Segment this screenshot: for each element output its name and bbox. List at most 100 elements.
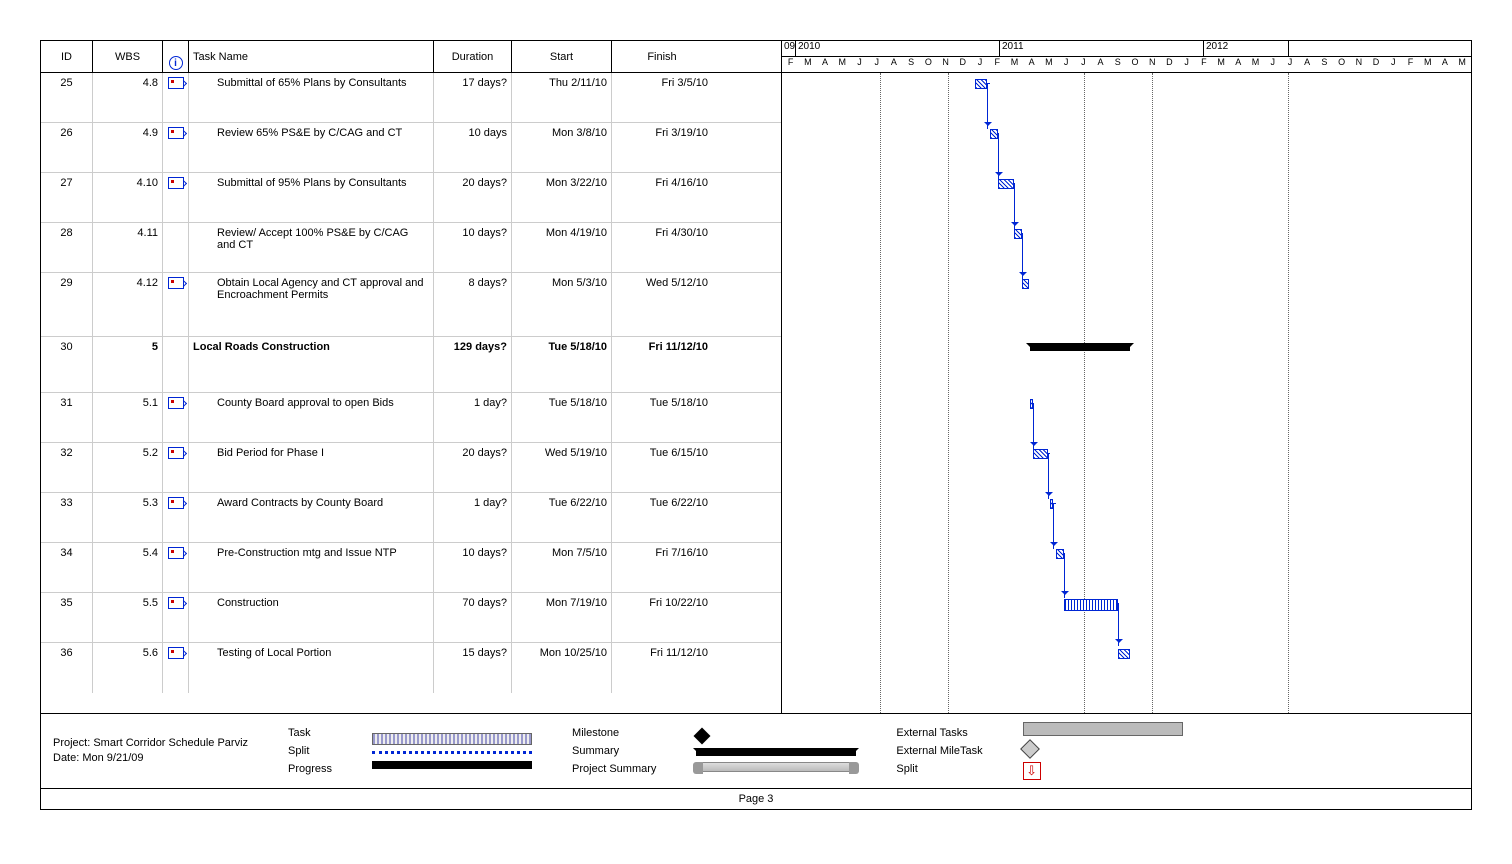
gantt-bar[interactable] [1022, 279, 1029, 289]
gantt-bar[interactable] [1033, 449, 1048, 459]
dependency-arrow [1048, 453, 1049, 499]
month-label: F [989, 57, 1006, 73]
table-row[interactable]: 345.4Pre-Construction mtg and Issue NTP1… [41, 543, 781, 593]
legend-progress-label: Progress [288, 763, 332, 775]
table-row[interactable]: 264.9Review 65% PS&E by C/CAG and CT10 d… [41, 123, 781, 173]
cell-task: Testing of Local Portion [189, 643, 434, 693]
cell-id: 28 [41, 223, 93, 272]
cell-task: Obtain Local Agency and CT approval and … [189, 273, 434, 336]
table-row[interactable]: 305Local Roads Construction129 days?Tue … [41, 337, 781, 393]
note-icon [168, 77, 184, 89]
legend-psummary-label: Project Summary [572, 763, 656, 775]
cell-task: Bid Period for Phase I [189, 443, 434, 492]
table-row[interactable]: 284.11Review/ Accept 100% PS&E by C/CAG … [41, 223, 781, 273]
dependency-arrow [1053, 503, 1054, 549]
cell-duration: 129 days? [434, 337, 512, 392]
split-icon: ⇩ [1023, 762, 1041, 780]
task-swatch [372, 733, 532, 745]
extmile-swatch [1020, 739, 1040, 759]
cell-task: Construction [189, 593, 434, 642]
cell-wbs: 5 [93, 337, 163, 392]
month-label: J [851, 57, 868, 73]
table-row[interactable]: 254.8Submittal of 65% Plans by Consultan… [41, 73, 781, 123]
cell-duration: 1 day? [434, 393, 512, 442]
gantt-bar[interactable] [1014, 229, 1022, 239]
month-label: O [1333, 57, 1350, 73]
cell-wbs: 4.12 [93, 273, 163, 336]
cell-info [163, 393, 189, 442]
month-label: D [1367, 57, 1384, 73]
col-duration: Duration [434, 41, 512, 72]
project-name: Project: Smart Corridor Schedule Parviz [53, 736, 248, 751]
cell-wbs: 4.9 [93, 123, 163, 172]
year-label: 2010 [796, 41, 1000, 56]
cell-info [163, 273, 189, 336]
month-label: O [1126, 57, 1143, 73]
gantt-bar[interactable] [1118, 649, 1130, 659]
legend-task-label: Task [288, 727, 311, 739]
col-wbs: WBS [93, 41, 163, 72]
cell-start: Thu 2/11/10 [512, 73, 612, 122]
gridline [880, 73, 881, 713]
note-icon [168, 597, 184, 609]
cell-id: 35 [41, 593, 93, 642]
table-row[interactable]: 355.5Construction70 days?Mon 7/19/10Fri … [41, 593, 781, 643]
month-label: A [1230, 57, 1247, 73]
dependency-connector [987, 83, 990, 84]
note-icon [168, 447, 184, 459]
cell-task: Submittal of 95% Plans by Consultants [189, 173, 434, 222]
gantt-bar[interactable] [1030, 343, 1130, 351]
cell-task: Pre-Construction mtg and Issue NTP [189, 543, 434, 592]
month-label: N [937, 57, 954, 73]
cell-id: 31 [41, 393, 93, 442]
col-start: Start [512, 41, 612, 72]
month-label: A [816, 57, 833, 73]
cell-duration: 10 days? [434, 223, 512, 272]
cell-finish: Fri 7/16/10 [612, 543, 712, 592]
legend-split-label: Split [288, 745, 309, 757]
cell-start: Mon 5/3/10 [512, 273, 612, 336]
gantt-bar[interactable] [975, 79, 987, 89]
cell-info [163, 223, 189, 272]
table-row[interactable]: 335.3Award Contracts by County Board1 da… [41, 493, 781, 543]
dependency-arrow [1033, 403, 1034, 449]
summary-swatch [696, 748, 856, 756]
page-number: Page 3 [41, 788, 1471, 809]
cell-info [163, 493, 189, 542]
project-summary-swatch [696, 762, 856, 772]
gantt-bar[interactable] [1056, 549, 1064, 559]
gantt-bar[interactable] [1064, 599, 1118, 611]
cell-duration: 17 days? [434, 73, 512, 122]
cell-start: Mon 10/25/10 [512, 643, 612, 693]
table-row[interactable]: 315.1County Board approval to open Bids1… [41, 393, 781, 443]
col-id: ID [41, 41, 93, 72]
month-label: D [1161, 57, 1178, 73]
table-row[interactable]: 274.10Submittal of 95% Plans by Consulta… [41, 173, 781, 223]
info-icon: i [169, 56, 183, 70]
gantt-bar[interactable] [998, 179, 1014, 189]
table-row[interactable]: 294.12Obtain Local Agency and CT approva… [41, 273, 781, 337]
cell-id: 30 [41, 337, 93, 392]
legend: Project: Smart Corridor Schedule Parviz … [41, 713, 1471, 788]
cell-wbs: 5.3 [93, 493, 163, 542]
month-label: N [1144, 57, 1161, 73]
cell-duration: 15 days? [434, 643, 512, 693]
month-label: M [1419, 57, 1436, 73]
gridline [1288, 73, 1289, 713]
cell-wbs: 4.11 [93, 223, 163, 272]
table-row[interactable]: 365.6Testing of Local Portion15 days?Mon… [41, 643, 781, 693]
cell-start: Mon 3/22/10 [512, 173, 612, 222]
gantt-bar[interactable] [990, 129, 998, 139]
cell-start: Wed 5/19/10 [512, 443, 612, 492]
cell-duration: 20 days? [434, 443, 512, 492]
table-row[interactable]: 325.2Bid Period for Phase I20 days?Wed 5… [41, 443, 781, 493]
cell-info [163, 337, 189, 392]
project-date: Date: Mon 9/21/09 [53, 751, 248, 766]
cell-finish: Fri 3/19/10 [612, 123, 712, 172]
gantt-body [782, 73, 1471, 713]
cell-task: Award Contracts by County Board [189, 493, 434, 542]
cell-finish: Tue 6/22/10 [612, 493, 712, 542]
cell-wbs: 5.5 [93, 593, 163, 642]
month-label: M [1040, 57, 1057, 73]
cell-finish: Tue 6/15/10 [612, 443, 712, 492]
